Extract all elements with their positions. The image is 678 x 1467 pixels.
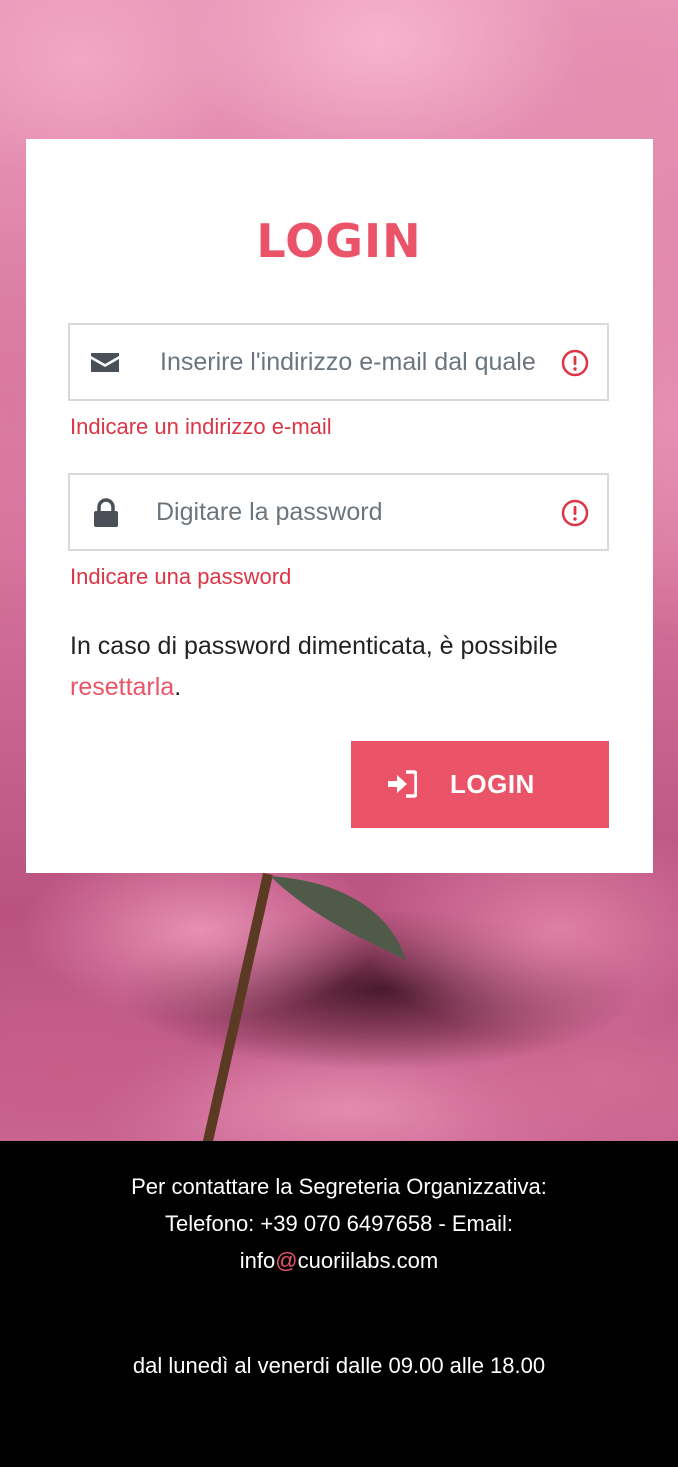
password-error-message: Indicare una password bbox=[70, 564, 292, 589]
flower-stem-image bbox=[202, 872, 406, 1141]
reset-password-link[interactable]: resettarla bbox=[70, 673, 174, 701]
lock-icon bbox=[94, 498, 118, 527]
email-input[interactable] bbox=[160, 343, 548, 381]
login-button[interactable]: LOGIN bbox=[351, 741, 609, 828]
exclamation-circle-icon bbox=[561, 499, 589, 527]
login-title: LOGIN bbox=[256, 214, 422, 268]
login-button-label: LOGIN bbox=[450, 769, 535, 799]
password-input[interactable] bbox=[156, 493, 544, 531]
footer-contact-heading: Per contattare la Segreteria Organizzati… bbox=[131, 1174, 547, 1199]
email-error-message: Indicare un indirizzo e-mail bbox=[70, 414, 332, 439]
footer-email-domain[interactable]: cuoriilabs.com bbox=[298, 1248, 439, 1273]
footer-email-line: info@cuoriilabs.com bbox=[0, 1248, 678, 1274]
sign-in-icon bbox=[388, 770, 417, 798]
reset-note-text: In caso di password dimenticata, è possi… bbox=[70, 632, 558, 660]
footer: Per contattare la Segreteria Organizzati… bbox=[0, 1141, 678, 1467]
footer-phone-line: Telefono: +39 070 6497658 - Email: bbox=[165, 1211, 513, 1236]
envelope-icon bbox=[91, 353, 119, 372]
footer-hours: dal lunedì al venerdi dalle 09.00 alle 1… bbox=[132, 1353, 546, 1378]
reset-note-period: . bbox=[174, 673, 182, 701]
footer-email-user[interactable]: info bbox=[240, 1248, 275, 1273]
footer-email-at: @ bbox=[275, 1248, 298, 1273]
password-field[interactable] bbox=[68, 473, 609, 551]
exclamation-circle-icon bbox=[561, 349, 589, 377]
email-field[interactable] bbox=[68, 323, 609, 401]
password-reset-note: In caso di password dimenticata, è possi… bbox=[70, 626, 590, 708]
